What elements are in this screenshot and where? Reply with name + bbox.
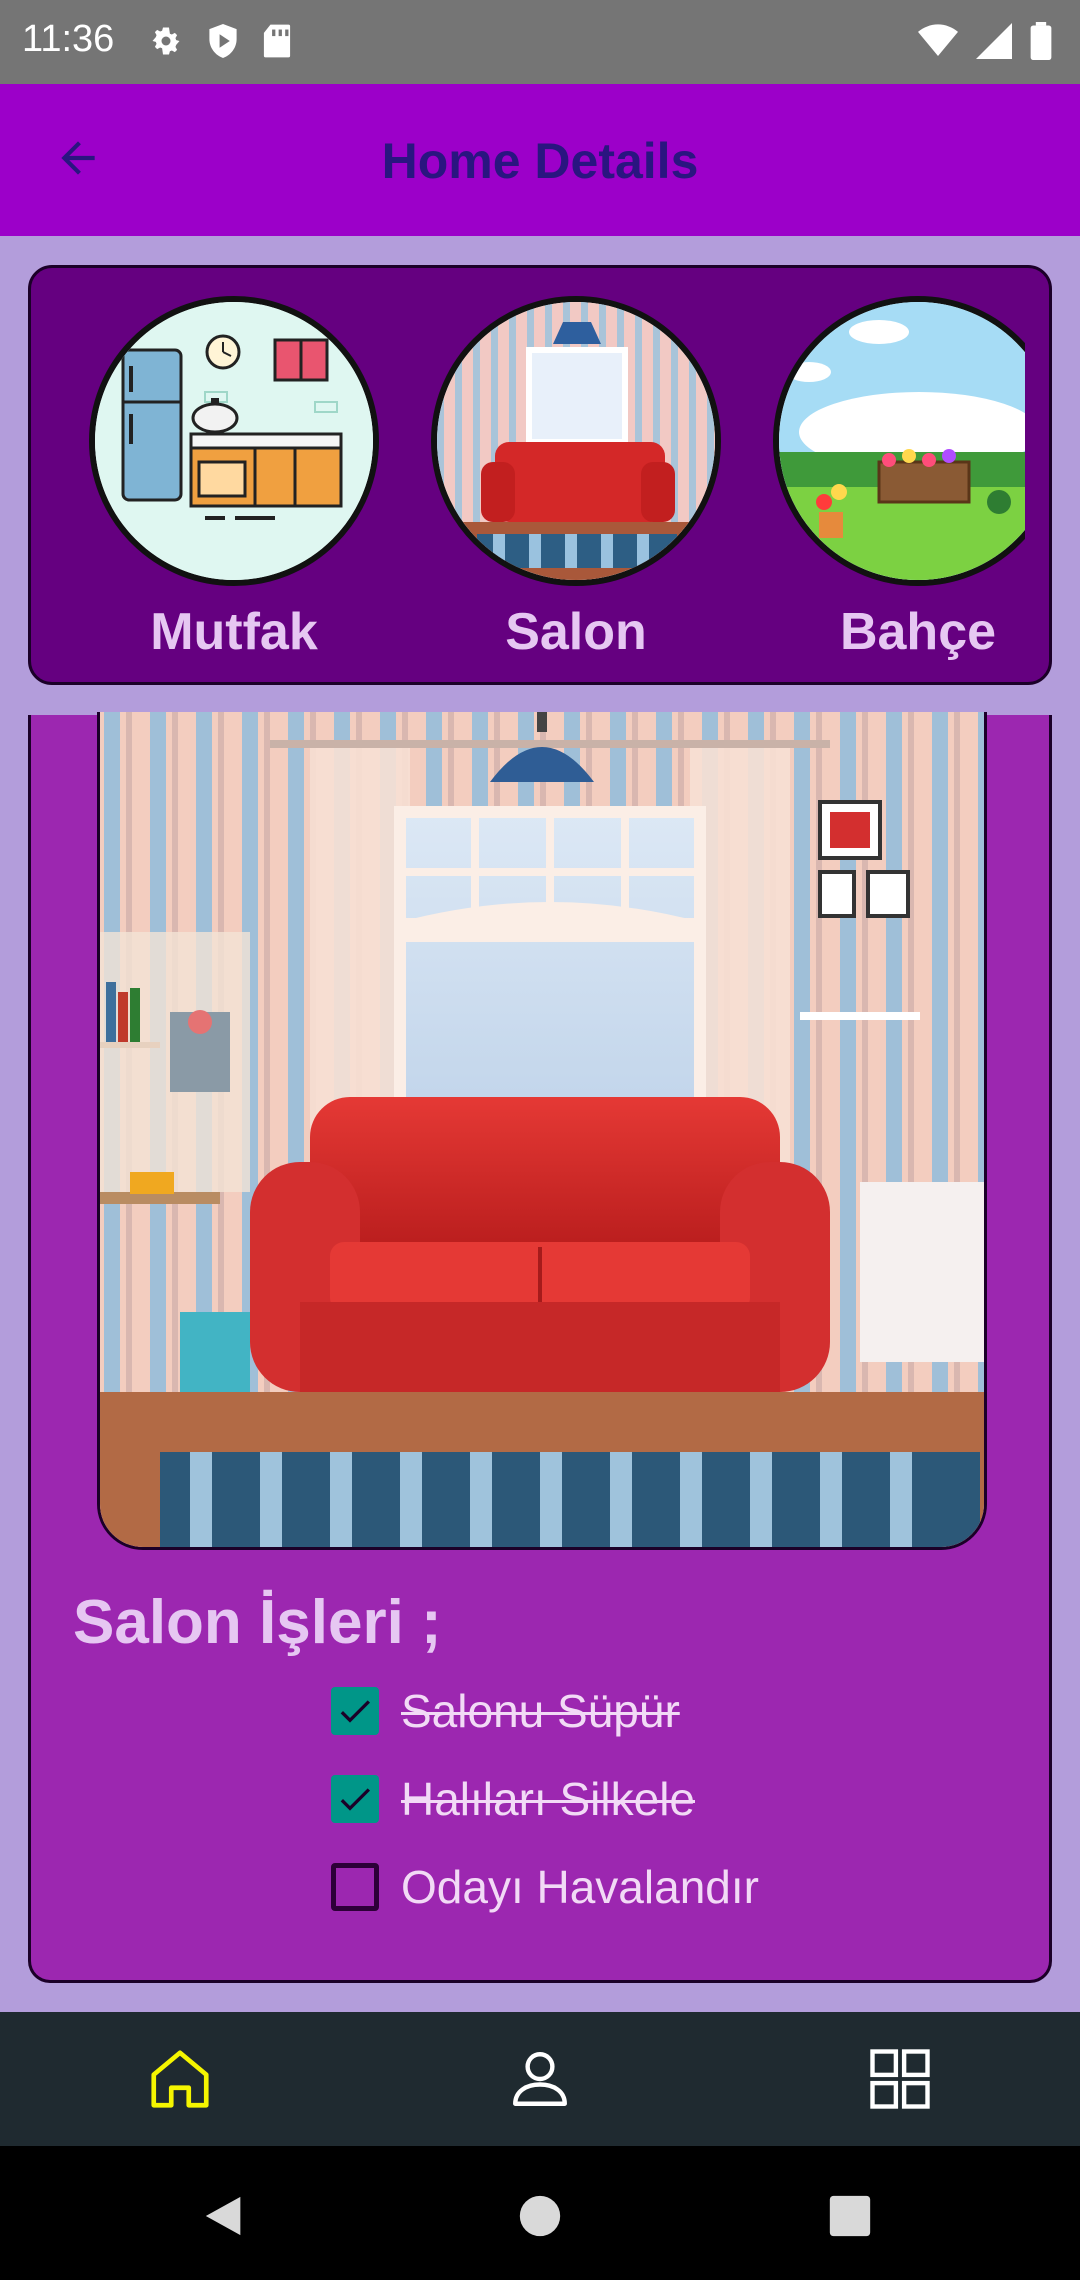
bottom-navigation	[0, 2012, 1080, 2146]
app-bar: Home Details	[0, 84, 1080, 236]
task-item-3[interactable]: Odayı Havalandır	[331, 1851, 759, 1923]
living-room-thumbnail	[431, 296, 721, 586]
gear-icon	[148, 23, 184, 64]
room-item-salon[interactable]: Salon	[431, 296, 721, 662]
status-bar: 11:36	[0, 0, 1080, 84]
task-label-1: Salonu Süpür	[401, 1685, 680, 1737]
garden-image	[773, 296, 1025, 586]
home-circle-icon	[518, 2194, 562, 2243]
wifi-icon	[918, 23, 958, 64]
task-item-2[interactable]: Halıları Silkele	[331, 1763, 695, 1835]
task-item-1[interactable]: Salonu Süpür	[331, 1675, 680, 1747]
room-label-mutfak: Mutfak	[150, 603, 318, 661]
room-selector: Mutfak Salon Bahçe	[28, 265, 1052, 685]
kitchen-image	[89, 296, 379, 586]
system-home-button[interactable]	[500, 2178, 580, 2258]
room-item-mutfak[interactable]: Mutfak	[89, 296, 379, 662]
recents-square-icon	[828, 2194, 872, 2243]
system-recents-button[interactable]	[810, 2178, 890, 2258]
task-label-2: Halıları Silkele	[401, 1773, 695, 1825]
room-item-bahce[interactable]: Bahçe	[773, 296, 1025, 662]
room-carousel[interactable]: Mutfak Salon Bahçe	[31, 268, 1025, 682]
page-title: Home Details	[381, 133, 699, 189]
home-icon	[145, 2044, 215, 2119]
living-room-image	[97, 712, 987, 1550]
sd-card-icon	[262, 23, 292, 64]
nav-grid-button[interactable]	[855, 2036, 945, 2126]
person-icon	[507, 2046, 573, 2117]
back-triangle-icon	[202, 2193, 248, 2244]
nav-profile-button[interactable]	[495, 2036, 585, 2126]
system-navigation-bar	[0, 2146, 1080, 2280]
battery-icon	[1030, 22, 1052, 65]
system-back-button[interactable]	[185, 2178, 265, 2258]
task-checkbox-1[interactable]	[331, 1687, 379, 1735]
status-time: 11:36	[22, 18, 115, 60]
task-label-3: Odayı Havalandır	[401, 1861, 759, 1913]
task-checkbox-3[interactable]	[331, 1863, 379, 1911]
play-shield-icon	[206, 22, 240, 65]
grid-icon	[867, 2046, 933, 2117]
room-label-salon: Salon	[505, 603, 647, 661]
room-detail-card: Salon İşleri ; Salonu Süpür Halıları Sil…	[28, 712, 1052, 1983]
tasks-title: Salon İşleri ;	[73, 1588, 442, 1657]
nav-home-button[interactable]	[135, 2036, 225, 2126]
task-checkbox-2[interactable]	[331, 1775, 379, 1823]
cell-signal-icon	[976, 23, 1012, 64]
room-label-bahce: Bahçe	[839, 603, 997, 661]
